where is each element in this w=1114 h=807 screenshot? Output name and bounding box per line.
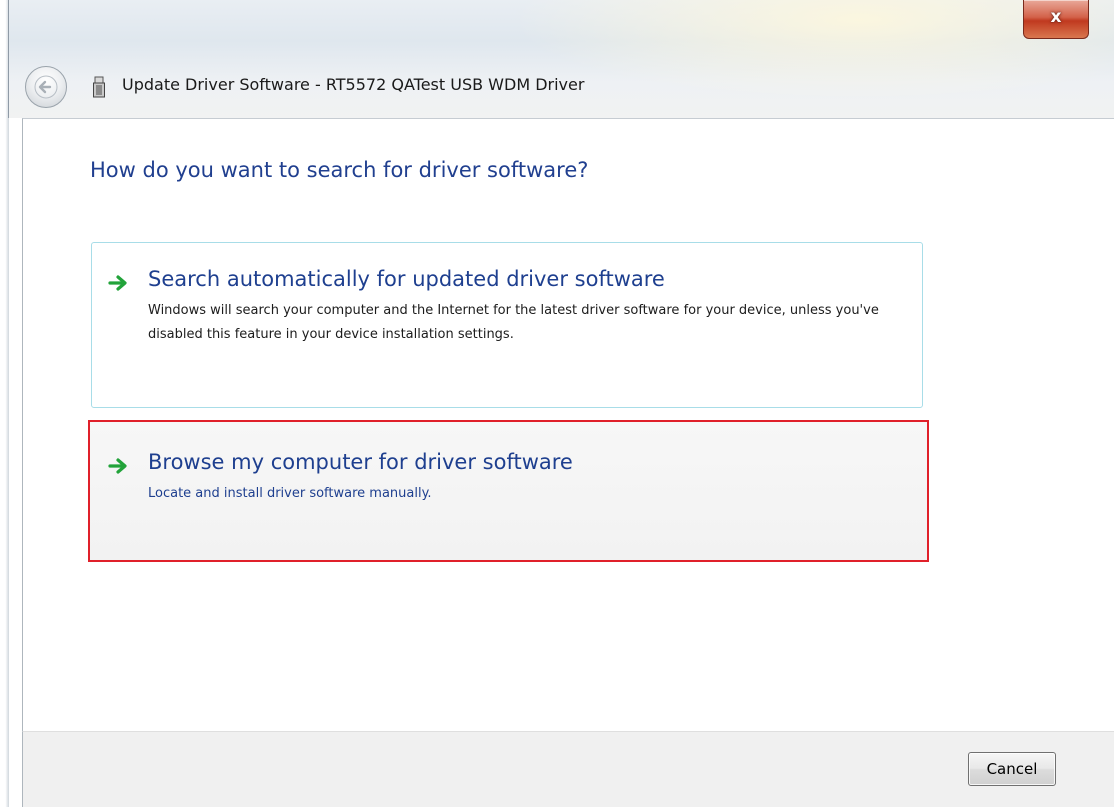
search-automatically-option[interactable]: Search automatically for updated driver … (91, 242, 923, 408)
back-button[interactable] (25, 66, 67, 108)
dialog-footer (22, 731, 1114, 807)
window-left-edge (0, 0, 9, 807)
usb-device-icon (93, 76, 105, 98)
close-icon: x (1050, 7, 1062, 27)
page-heading: How do you want to search for driver sof… (90, 158, 589, 182)
option-description: Locate and install driver software manua… (148, 486, 432, 501)
option-title: Search automatically for updated driver … (148, 267, 665, 291)
cancel-button[interactable]: Cancel (968, 752, 1056, 786)
option-description: Windows will search your computer and th… (148, 303, 879, 342)
option-title: Browse my computer for driver software (148, 450, 573, 474)
window-title: Update Driver Software - RT5572 QATest U… (122, 75, 585, 94)
green-arrow-icon (108, 458, 127, 474)
close-button[interactable]: x (1023, 0, 1089, 39)
update-driver-dialog: x Update Driver Software - RT5572 QATest… (0, 0, 1114, 807)
title-frame (8, 0, 1114, 118)
back-arrow-icon (34, 75, 58, 99)
green-arrow-icon (108, 275, 127, 291)
browse-computer-option[interactable]: Browse my computer for driver software L… (88, 420, 929, 562)
